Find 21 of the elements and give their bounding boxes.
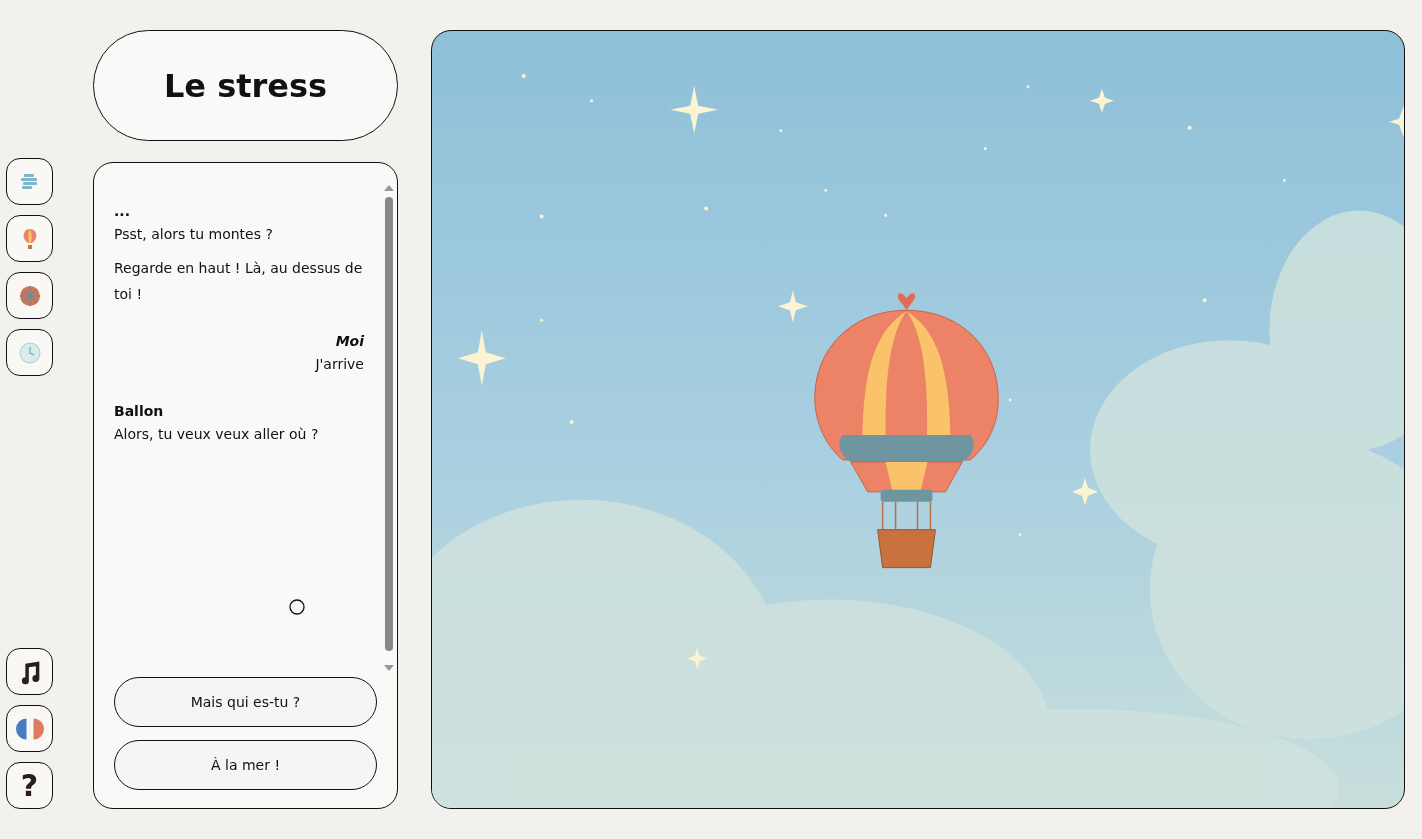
speaker-name: ... — [114, 202, 131, 221]
choice-button[interactable]: Mais qui es-tu ? — [114, 677, 377, 727]
page-title: Le stress — [93, 30, 398, 141]
scrollbar[interactable] — [383, 185, 395, 671]
circle-icon — [289, 599, 305, 615]
balloon-button[interactable] — [6, 215, 53, 262]
wheel-icon — [17, 283, 42, 308]
help-button[interactable]: ? — [6, 762, 53, 809]
choice-button[interactable]: À la mer ! — [114, 740, 377, 790]
speaker-name: Ballon — [114, 402, 165, 421]
flag-button[interactable] — [6, 705, 53, 752]
cloud-button[interactable] — [6, 158, 53, 205]
dialogue-line: Alors, tu veux veux aller où ? — [114, 425, 320, 444]
dialogue-line: Regarde en haut ! Là, au dessus de toi ! — [114, 259, 364, 304]
clock-icon — [17, 340, 42, 365]
dialogue-line: Psst, alors tu montes ? — [114, 225, 274, 244]
wheel-button[interactable] — [6, 272, 53, 319]
clock-button[interactable] — [6, 329, 53, 376]
speaker-name: Moi — [334, 332, 364, 351]
music-button[interactable] — [6, 648, 53, 695]
dialogue-line: J'arrive — [313, 355, 364, 374]
